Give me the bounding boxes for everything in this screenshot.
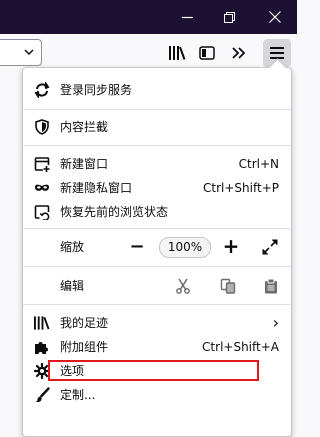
menu-item-content-blocking[interactable]: 内容拦截 bbox=[23, 115, 291, 139]
shield-icon bbox=[34, 119, 50, 135]
menu-item-label: 内容拦截 bbox=[60, 120, 109, 134]
chevron-down-icon bbox=[24, 49, 34, 56]
menu-item-label: 新建窗口 bbox=[60, 157, 109, 171]
paste-button[interactable] bbox=[263, 278, 279, 294]
url-bar[interactable] bbox=[0, 39, 42, 66]
zoom-out-button[interactable]: − bbox=[127, 236, 147, 258]
paste-icon bbox=[265, 278, 277, 294]
highlight-box bbox=[48, 360, 259, 381]
separator bbox=[23, 145, 291, 146]
menu-item-addons[interactable]: 附加组件 Ctrl+Shift+A bbox=[23, 335, 291, 359]
fullscreen-button[interactable] bbox=[262, 239, 278, 255]
app-menu-panel: 登录同步服务 内容拦截 新建窗口 Ctrl+N 新建隐私窗口 Ctrl+Shif… bbox=[22, 58, 292, 437]
menu-item-sync[interactable]: 登录同步服务 bbox=[23, 78, 291, 102]
library-icon bbox=[168, 46, 185, 60]
restore-button[interactable] bbox=[207, 0, 251, 34]
dropdown-button[interactable] bbox=[23, 46, 35, 61]
edit-label: 编辑 bbox=[60, 279, 85, 293]
sync-icon bbox=[34, 82, 50, 98]
new-window-icon bbox=[34, 156, 50, 172]
menu-item-new-private-window[interactable]: 新建隐私窗口 Ctrl+Shift+P bbox=[23, 176, 291, 200]
separator bbox=[23, 228, 291, 229]
menu-item-restore-session[interactable]: 恢复先前的浏览状态 bbox=[23, 200, 291, 224]
puzzle-piece-icon bbox=[34, 339, 50, 355]
title-bar bbox=[0, 0, 297, 34]
separator bbox=[23, 109, 291, 110]
minimize-icon bbox=[181, 16, 193, 18]
menu-item-label: 我的足迹 bbox=[60, 316, 109, 330]
minimize-button[interactable] bbox=[165, 0, 209, 34]
cut-button[interactable] bbox=[175, 278, 191, 294]
zoom-reset-button[interactable]: 100% bbox=[159, 237, 211, 258]
copy-button[interactable] bbox=[220, 278, 236, 294]
library-icon bbox=[34, 315, 50, 331]
sidebar-button[interactable] bbox=[193, 39, 221, 67]
menu-item-label: 附加组件 bbox=[60, 340, 109, 354]
zoom-label: 缩放 bbox=[60, 240, 85, 254]
sidebar-icon bbox=[199, 46, 215, 60]
menu-item-shortcut: Ctrl+N bbox=[238, 157, 279, 171]
overflow-button[interactable] bbox=[225, 39, 253, 67]
fullscreen-icon bbox=[262, 239, 278, 255]
menu-item-shortcut: Ctrl+Shift+P bbox=[203, 181, 279, 195]
edit-row: 编辑 bbox=[23, 274, 291, 298]
menu-item-new-window[interactable]: 新建窗口 Ctrl+N bbox=[23, 152, 291, 176]
restore-session-icon bbox=[34, 204, 50, 220]
zoom-row: 缩放 bbox=[23, 235, 291, 259]
close-icon bbox=[269, 11, 281, 23]
menu-item-customize[interactable]: 定制... bbox=[23, 383, 291, 407]
cut-icon bbox=[176, 278, 190, 294]
menu-item-library[interactable]: 我的足迹 › bbox=[23, 311, 291, 335]
separator bbox=[23, 304, 291, 305]
menu-item-shortcut: Ctrl+Shift+A bbox=[202, 340, 279, 354]
private-mask-icon bbox=[34, 180, 50, 196]
menu-item-label: 恢复先前的浏览状态 bbox=[60, 205, 169, 219]
separator bbox=[23, 266, 291, 267]
paintbrush-icon bbox=[34, 387, 50, 403]
copy-icon bbox=[220, 278, 236, 294]
overflow-icon bbox=[232, 47, 246, 59]
chevron-right-icon: › bbox=[272, 313, 279, 332]
menu-item-label: 登录同步服务 bbox=[60, 83, 133, 97]
restore-icon bbox=[223, 11, 235, 23]
zoom-in-button[interactable]: + bbox=[221, 234, 241, 258]
menu-item-label: 定制... bbox=[60, 388, 96, 402]
menu-item-label: 新建隐私窗口 bbox=[60, 181, 133, 195]
close-button[interactable] bbox=[253, 0, 297, 34]
library-button[interactable] bbox=[163, 39, 191, 67]
